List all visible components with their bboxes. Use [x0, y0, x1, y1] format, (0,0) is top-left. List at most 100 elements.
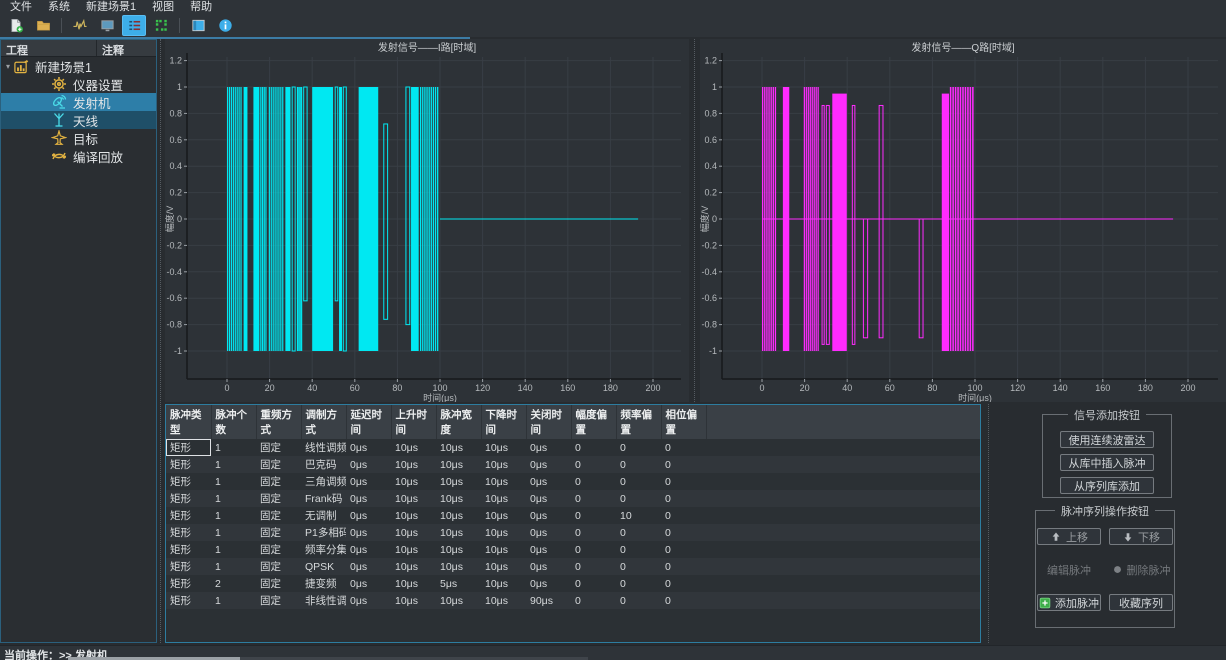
table-cell[interactable]: 1	[211, 473, 256, 490]
table-cell[interactable]: 0	[571, 507, 616, 524]
table-cell[interactable]: 0μs	[346, 473, 391, 490]
about-button[interactable]	[213, 15, 237, 36]
table-cell[interactable]: 0μs	[346, 490, 391, 507]
table-cell[interactable]: 10μs	[436, 456, 481, 473]
table-cell[interactable]: 0	[616, 490, 661, 507]
table-cell[interactable]: 10	[616, 507, 661, 524]
table-cell[interactable]: 10μs	[391, 541, 436, 558]
column-header[interactable]: 上升时间	[391, 405, 437, 439]
table-cell[interactable]: 10μs	[481, 490, 526, 507]
table-cell[interactable]: 固定	[256, 507, 301, 524]
table-cell[interactable]: 0	[571, 592, 616, 609]
table-cell[interactable]: 1	[211, 592, 256, 609]
column-header[interactable]: 延迟时间	[346, 405, 392, 439]
use-cw-radar-button[interactable]: 使用连续波雷达	[1060, 431, 1154, 448]
table-cell[interactable]: 0	[571, 524, 616, 541]
table-cell[interactable]: 1	[211, 524, 256, 541]
table-cell[interactable]: 固定	[256, 592, 301, 609]
table-cell[interactable]: 固定	[256, 524, 301, 541]
table-cell[interactable]: 10μs	[436, 592, 481, 609]
display-view-button[interactable]	[95, 15, 119, 36]
expand-view-button[interactable]	[149, 15, 173, 36]
menu-item-4[interactable]: 帮助	[182, 0, 220, 14]
waveform-view-button[interactable]	[68, 15, 92, 36]
table-cell[interactable]: 0	[571, 490, 616, 507]
table-cell[interactable]: 矩形	[166, 541, 211, 558]
table-cell[interactable]: 0	[661, 592, 706, 609]
insert-pulse-from-library-button[interactable]: 从库中插入脉冲	[1060, 454, 1154, 471]
table-cell[interactable]: 10μs	[391, 558, 436, 575]
table-cell[interactable]: 0	[571, 473, 616, 490]
column-header[interactable]: 重频方式	[256, 405, 302, 439]
table-cell[interactable]: 固定	[256, 575, 301, 592]
table-row[interactable]: 矩形 1 固定 QPSK 0μs 10μs 10μs 10μs 0μs 0 0 0	[166, 558, 980, 575]
table-cell[interactable]: 固定	[256, 541, 301, 558]
table-cell[interactable]: 0	[571, 439, 616, 456]
menu-item-0[interactable]: 文件	[2, 0, 40, 14]
table-cell[interactable]: 0	[661, 524, 706, 541]
table-cell[interactable]: 矩形	[166, 524, 211, 541]
save-sequence-button[interactable]: 收藏序列	[1109, 594, 1173, 611]
table-cell[interactable]: 0	[661, 456, 706, 473]
table-row[interactable]: 矩形 1 固定 P1多相码 0μs 10μs 10μs 10μs 0μs 0 0 0	[166, 524, 980, 541]
table-cell[interactable]: 10μs	[481, 575, 526, 592]
column-header[interactable]: 脉冲个数	[211, 405, 257, 439]
table-cell[interactable]: 0	[616, 524, 661, 541]
table-row[interactable]: 矩形 1 固定 Frank码 0μs 10μs 10μs 10μs 0μs 0 0 0	[166, 490, 980, 507]
table-cell[interactable]: 90μs	[526, 592, 571, 609]
table-cell[interactable]: 矩形	[166, 558, 211, 575]
table-cell[interactable]: 线性调频	[301, 439, 346, 456]
table-cell[interactable]: 三角调频	[301, 473, 346, 490]
table-cell[interactable]: 0	[661, 507, 706, 524]
edit-pulse-button[interactable]: 编辑脉冲	[1037, 561, 1101, 578]
table-cell[interactable]: 巴克码	[301, 456, 346, 473]
table-cell[interactable]: 0	[661, 490, 706, 507]
add-pulse-button[interactable]: 添加脉冲	[1037, 594, 1101, 611]
table-cell[interactable]: 0	[616, 473, 661, 490]
sidebar-item-5[interactable]: 编译回放	[1, 147, 156, 165]
table-cell[interactable]: 0μs	[526, 558, 571, 575]
table-cell[interactable]: 10μs	[481, 507, 526, 524]
table-cell[interactable]: 10μs	[391, 575, 436, 592]
table-cell[interactable]: 0μs	[526, 439, 571, 456]
table-cell[interactable]: 0μs	[526, 524, 571, 541]
column-header[interactable]: 幅度偏置	[571, 405, 617, 439]
table-cell[interactable]: 0	[571, 575, 616, 592]
table-cell[interactable]: 1	[211, 541, 256, 558]
table-cell[interactable]: 10μs	[391, 592, 436, 609]
panel-view-button[interactable]	[186, 15, 210, 36]
table-cell[interactable]: 0μs	[526, 456, 571, 473]
table-cell[interactable]: 10μs	[481, 541, 526, 558]
table-cell[interactable]: 0	[616, 439, 661, 456]
sidebar-item-3[interactable]: 天线	[1, 111, 156, 129]
table-cell[interactable]: 0μs	[526, 575, 571, 592]
table-cell[interactable]: 固定	[256, 490, 301, 507]
table-panel-splitter[interactable]	[988, 404, 989, 643]
table-cell[interactable]: 矩形	[166, 439, 211, 456]
chart-splitter[interactable]	[694, 39, 695, 402]
delete-pulse-button[interactable]: 删除脉冲	[1109, 561, 1173, 578]
table-cell[interactable]: 10μs	[391, 490, 436, 507]
sidebar-splitter[interactable]	[160, 39, 161, 643]
table-cell[interactable]: 10μs	[391, 473, 436, 490]
table-cell[interactable]: 0	[616, 541, 661, 558]
table-cell[interactable]: 0	[661, 439, 706, 456]
table-cell[interactable]: 矩形	[166, 507, 211, 524]
table-cell[interactable]: 10μs	[481, 439, 526, 456]
table-cell[interactable]: 10μs	[481, 592, 526, 609]
table-cell[interactable]: 0μs	[346, 456, 391, 473]
table-cell[interactable]: 10μs	[436, 524, 481, 541]
table-cell[interactable]: 5μs	[436, 575, 481, 592]
table-cell[interactable]: 0μs	[346, 507, 391, 524]
move-down-button[interactable]: 下移	[1109, 528, 1173, 545]
table-cell[interactable]: 固定	[256, 439, 301, 456]
table-cell[interactable]: 矩形	[166, 490, 211, 507]
table-cell[interactable]: 捷变频	[301, 575, 346, 592]
table-cell[interactable]: 0	[571, 541, 616, 558]
table-cell[interactable]: 0	[661, 575, 706, 592]
table-cell[interactable]: 固定	[256, 456, 301, 473]
table-cell[interactable]: 10μs	[481, 473, 526, 490]
table-row[interactable]: 矩形 1 固定 三角调频 0μs 10μs 10μs 10μs 0μs 0 0 0	[166, 473, 980, 490]
table-cell[interactable]: 1	[211, 456, 256, 473]
table-cell[interactable]: P1多相码	[301, 524, 346, 541]
